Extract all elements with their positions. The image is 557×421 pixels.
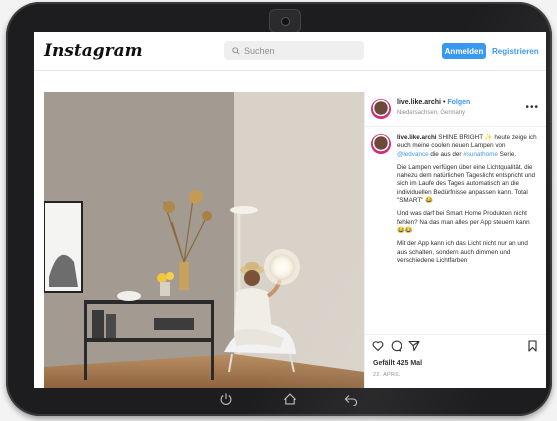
post-photo-illustration bbox=[44, 92, 364, 388]
follow-button[interactable]: Folgen bbox=[447, 99, 470, 106]
back-icon[interactable] bbox=[343, 392, 359, 406]
caption-p1-end: Serie. bbox=[497, 150, 517, 158]
caption-paragraph-3: Und was darf bei Smart Home Produkten ni… bbox=[397, 210, 530, 234]
post-caption: live.like.archi SHINE BRIGHT ✨ heute zei… bbox=[365, 132, 546, 328]
comment-icon[interactable] bbox=[390, 340, 402, 352]
hashtag-link[interactable]: #sunathome bbox=[463, 151, 498, 158]
caption-text: live.like.archi SHINE BRIGHT ✨ heute zei… bbox=[397, 134, 537, 270]
search-input[interactable]: Suchen bbox=[224, 41, 364, 60]
more-options-icon[interactable]: ••• bbox=[525, 102, 539, 113]
tablet-frame: Instagram Suchen Anmelden Registrieren l… bbox=[6, 2, 552, 416]
post-image[interactable] bbox=[44, 92, 364, 388]
top-navigation-bar: Instagram Suchen Anmelden Registrieren bbox=[34, 32, 546, 71]
login-button[interactable]: Anmelden bbox=[442, 43, 486, 59]
search-placeholder: Suchen bbox=[244, 45, 275, 56]
power-icon[interactable] bbox=[219, 392, 233, 406]
post-date: 22. APRIL bbox=[373, 372, 401, 378]
device-navigation-bar bbox=[34, 388, 546, 412]
paper-plane-icon[interactable] bbox=[408, 340, 420, 352]
camera-icon bbox=[269, 9, 301, 33]
post-side-panel: live.like.archi • Folgen Niedersachsen, … bbox=[364, 92, 546, 388]
like-count[interactable]: Gefällt 425 Mal bbox=[373, 360, 422, 367]
caption-avatar[interactable] bbox=[371, 134, 391, 154]
instagram-logo[interactable]: Instagram bbox=[44, 41, 143, 61]
post-header: live.like.archi • Folgen Niedersachsen, … bbox=[365, 92, 546, 127]
post-location[interactable]: Niedersachsen, Germany bbox=[397, 110, 465, 116]
register-link[interactable]: Registrieren bbox=[492, 43, 539, 59]
caption-username[interactable]: live.like.archi bbox=[397, 134, 437, 141]
caption-paragraph-4: Mit der App kann ich das Licht nicht nur… bbox=[397, 240, 528, 264]
bookmark-icon[interactable] bbox=[527, 340, 538, 352]
post-actions bbox=[365, 334, 546, 357]
username-link[interactable]: live.like.archi bbox=[397, 99, 441, 106]
browser-screen: Instagram Suchen Anmelden Registrieren l… bbox=[34, 32, 546, 388]
caption-p1-mid: die aus der bbox=[428, 150, 464, 158]
home-icon[interactable] bbox=[282, 392, 298, 406]
caption-paragraph-2: Die Lampen verfügen über eine Lichtquali… bbox=[397, 163, 536, 205]
separator-dot: • bbox=[442, 99, 446, 106]
post-author: live.like.archi • Folgen bbox=[397, 99, 470, 106]
mention-link[interactable]: @ledvance bbox=[397, 151, 429, 158]
heart-icon[interactable] bbox=[372, 340, 384, 352]
avatar[interactable] bbox=[371, 99, 391, 119]
search-icon bbox=[232, 46, 240, 55]
